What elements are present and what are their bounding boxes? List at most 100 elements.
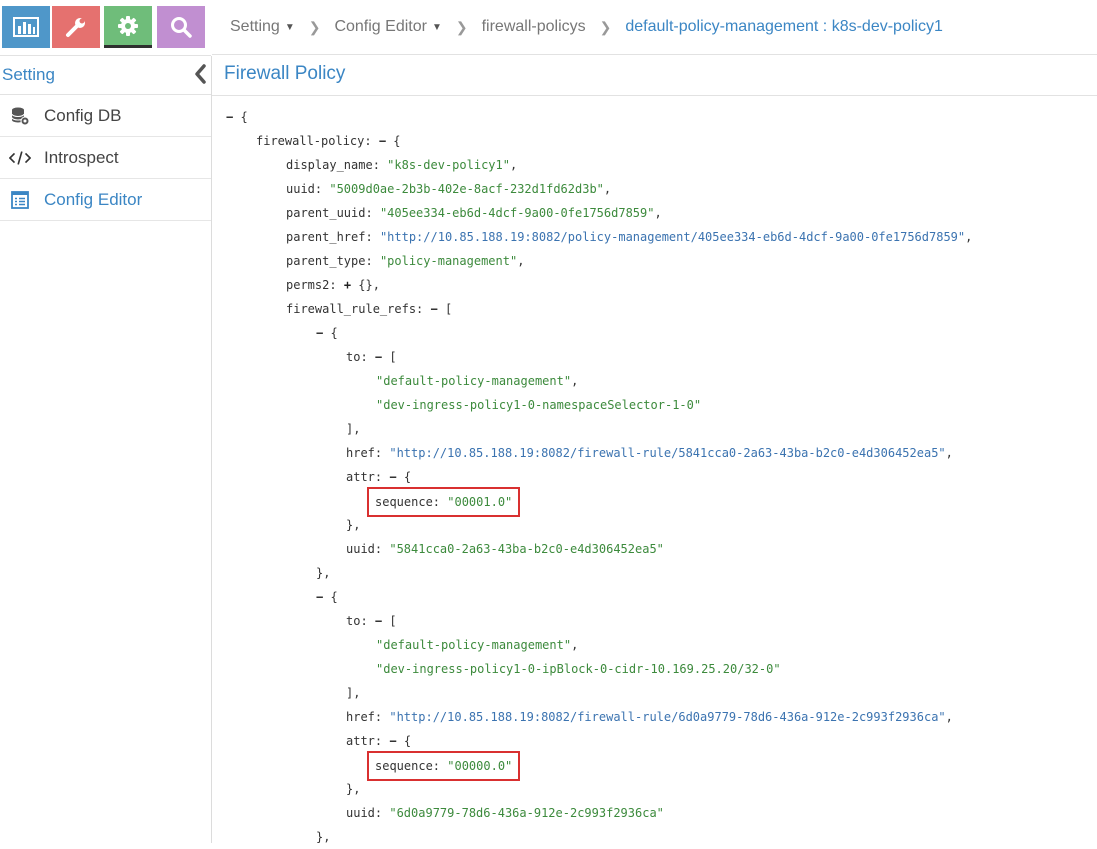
json-key: href bbox=[346, 710, 375, 724]
json-comma: , bbox=[571, 374, 579, 388]
sidebar-title: Setting bbox=[2, 65, 55, 84]
json-string: "00001.0" bbox=[447, 495, 513, 509]
json-colon: : bbox=[365, 254, 380, 268]
json-line: ], bbox=[226, 417, 1096, 441]
setting-button[interactable] bbox=[104, 6, 152, 48]
json-string: "6d0a9779-78d6-436a-912e-2c993f2936ca" bbox=[389, 806, 664, 820]
json-key: firewall_rule_refs bbox=[286, 302, 417, 316]
json-line: }, bbox=[226, 561, 1096, 585]
breadcrumb-config-editor[interactable]: Config Editor ▼ bbox=[334, 18, 441, 36]
json-line: parent_uuid: "405ee334-eb6d-4dcf-9a00-0f… bbox=[226, 201, 1096, 225]
json-line: href: "http://10.85.188.19:8082/firewall… bbox=[226, 441, 1096, 465]
query-button[interactable] bbox=[157, 6, 205, 48]
json-colon: : bbox=[365, 206, 380, 220]
json-bracket: { bbox=[386, 134, 401, 148]
highlight-box: sequence: "00001.0" bbox=[367, 487, 521, 517]
json-line: "default-policy-management", bbox=[226, 633, 1096, 657]
json-line: uuid: "5009d0ae-2b3b-402e-8acf-232d1fd62… bbox=[226, 177, 1096, 201]
json-comma: , bbox=[603, 182, 612, 196]
caret-down-icon: ▼ bbox=[431, 21, 442, 33]
json-link[interactable]: "http://10.85.188.19:8082/firewall-rule/… bbox=[389, 446, 945, 460]
json-bracket: { bbox=[323, 326, 338, 340]
configure-button[interactable] bbox=[52, 6, 100, 48]
json-bracket: }, bbox=[346, 782, 361, 796]
collapse-toggle[interactable]: − bbox=[431, 302, 438, 316]
monitor-button[interactable] bbox=[2, 6, 50, 48]
json-line: "dev-ingress-policy1-0-ipBlock-0-cidr-10… bbox=[226, 657, 1096, 681]
json-comma: , bbox=[571, 638, 579, 652]
json-bracket: { bbox=[323, 590, 338, 604]
json-string: "dev-ingress-policy1-0-ipBlock-0-cidr-10… bbox=[376, 662, 781, 676]
editor-icon bbox=[9, 190, 31, 210]
json-key: attr bbox=[346, 470, 375, 484]
json-key: to bbox=[346, 350, 361, 364]
json-key: parent_type bbox=[286, 254, 366, 268]
json-bracket: { bbox=[396, 734, 412, 748]
json-line: − { bbox=[226, 585, 1096, 609]
json-line: uuid: "6d0a9779-78d6-436a-912e-2c993f293… bbox=[226, 801, 1096, 825]
json-bracket: { bbox=[396, 470, 412, 484]
collapse-toggle[interactable]: − bbox=[379, 134, 386, 148]
sidebar-item-introspect[interactable]: Introspect bbox=[0, 137, 211, 179]
json-colon: : bbox=[360, 614, 375, 628]
database-icon bbox=[9, 106, 31, 126]
json-key: attr bbox=[346, 734, 375, 748]
sidebar-item-label: Config DB bbox=[44, 105, 122, 125]
json-bracket: }, bbox=[316, 830, 331, 844]
json-line: parent_type: "policy-management", bbox=[226, 249, 1096, 273]
json-bracket: [ bbox=[437, 302, 453, 316]
json-key: parent_href bbox=[286, 230, 366, 244]
breadcrumb-setting[interactable]: Setting ▼ bbox=[230, 18, 295, 36]
search-icon bbox=[171, 17, 192, 38]
collapse-toggle[interactable]: − bbox=[389, 470, 396, 484]
json-string: "dev-ingress-policy1-0-namespaceSelector… bbox=[376, 398, 702, 412]
json-string: "policy-management" bbox=[379, 254, 518, 268]
collapse-toggle[interactable]: − bbox=[389, 734, 396, 748]
json-comma: , bbox=[965, 230, 973, 244]
json-string: "5841cca0-2a63-43ba-b2c0-e4d306452ea5" bbox=[389, 542, 664, 556]
json-line: "dev-ingress-policy1-0-namespaceSelector… bbox=[226, 393, 1096, 417]
json-line: "default-policy-management", bbox=[226, 369, 1096, 393]
json-comma: , bbox=[945, 710, 953, 724]
json-string: "k8s-dev-policy1" bbox=[387, 158, 510, 172]
json-link[interactable]: "http://10.85.188.19:8082/firewall-rule/… bbox=[389, 710, 945, 724]
breadcrumb-label: firewall-policys bbox=[481, 18, 586, 35]
json-colon: : bbox=[432, 759, 448, 773]
chevron-left-icon[interactable] bbox=[192, 63, 208, 85]
json-string: "default-policy-management" bbox=[376, 638, 572, 652]
json-link[interactable]: "http://10.85.188.19:8082/policy-managem… bbox=[380, 230, 965, 244]
json-viewer: − {firewall-policy: − {display_name: "k8… bbox=[226, 105, 1096, 849]
json-bracket: ], bbox=[346, 422, 361, 436]
breadcrumb-firewall-policys[interactable]: firewall-policys bbox=[482, 18, 586, 36]
breadcrumb-current: default-policy-management : k8s-dev-poli… bbox=[625, 18, 942, 36]
json-string: "5009d0ae-2b3b-402e-8acf-232d1fd62d3b" bbox=[329, 182, 604, 196]
bar-chart-icon bbox=[13, 17, 39, 37]
json-line: parent_href: "http://10.85.188.19:8082/p… bbox=[226, 225, 1096, 249]
json-comma: , bbox=[654, 206, 662, 220]
json-colon: : bbox=[364, 134, 379, 148]
json-bracket: {}, bbox=[351, 278, 380, 292]
json-string: "default-policy-management" bbox=[376, 374, 572, 388]
json-key: uuid bbox=[346, 542, 375, 556]
chevron-right-icon: ❯ bbox=[455, 18, 468, 35]
sidebar-item-config-editor[interactable]: Config Editor bbox=[0, 179, 211, 221]
breadcrumb-label: default-policy-management : k8s-dev-poli… bbox=[625, 18, 943, 35]
json-colon: : bbox=[374, 470, 390, 484]
sidebar-item-config-db[interactable]: Config DB bbox=[0, 95, 211, 137]
json-key: uuid bbox=[346, 806, 375, 820]
divider bbox=[212, 95, 1097, 96]
json-line: href: "http://10.85.188.19:8082/firewall… bbox=[226, 705, 1096, 729]
json-bracket: { bbox=[233, 110, 248, 124]
json-comma: , bbox=[517, 254, 525, 268]
json-key: display_name bbox=[286, 158, 373, 172]
json-colon: : bbox=[416, 302, 431, 316]
json-colon: : bbox=[374, 446, 390, 460]
json-string: "00000.0" bbox=[447, 759, 513, 773]
sidebar-item-label: Config Editor bbox=[44, 189, 143, 209]
json-line: − { bbox=[226, 321, 1096, 345]
json-line: ], bbox=[226, 681, 1096, 705]
json-colon: : bbox=[314, 182, 330, 196]
json-bracket: [ bbox=[382, 350, 397, 364]
expand-toggle[interactable]: + bbox=[344, 278, 351, 292]
json-line: − { bbox=[226, 105, 1096, 129]
